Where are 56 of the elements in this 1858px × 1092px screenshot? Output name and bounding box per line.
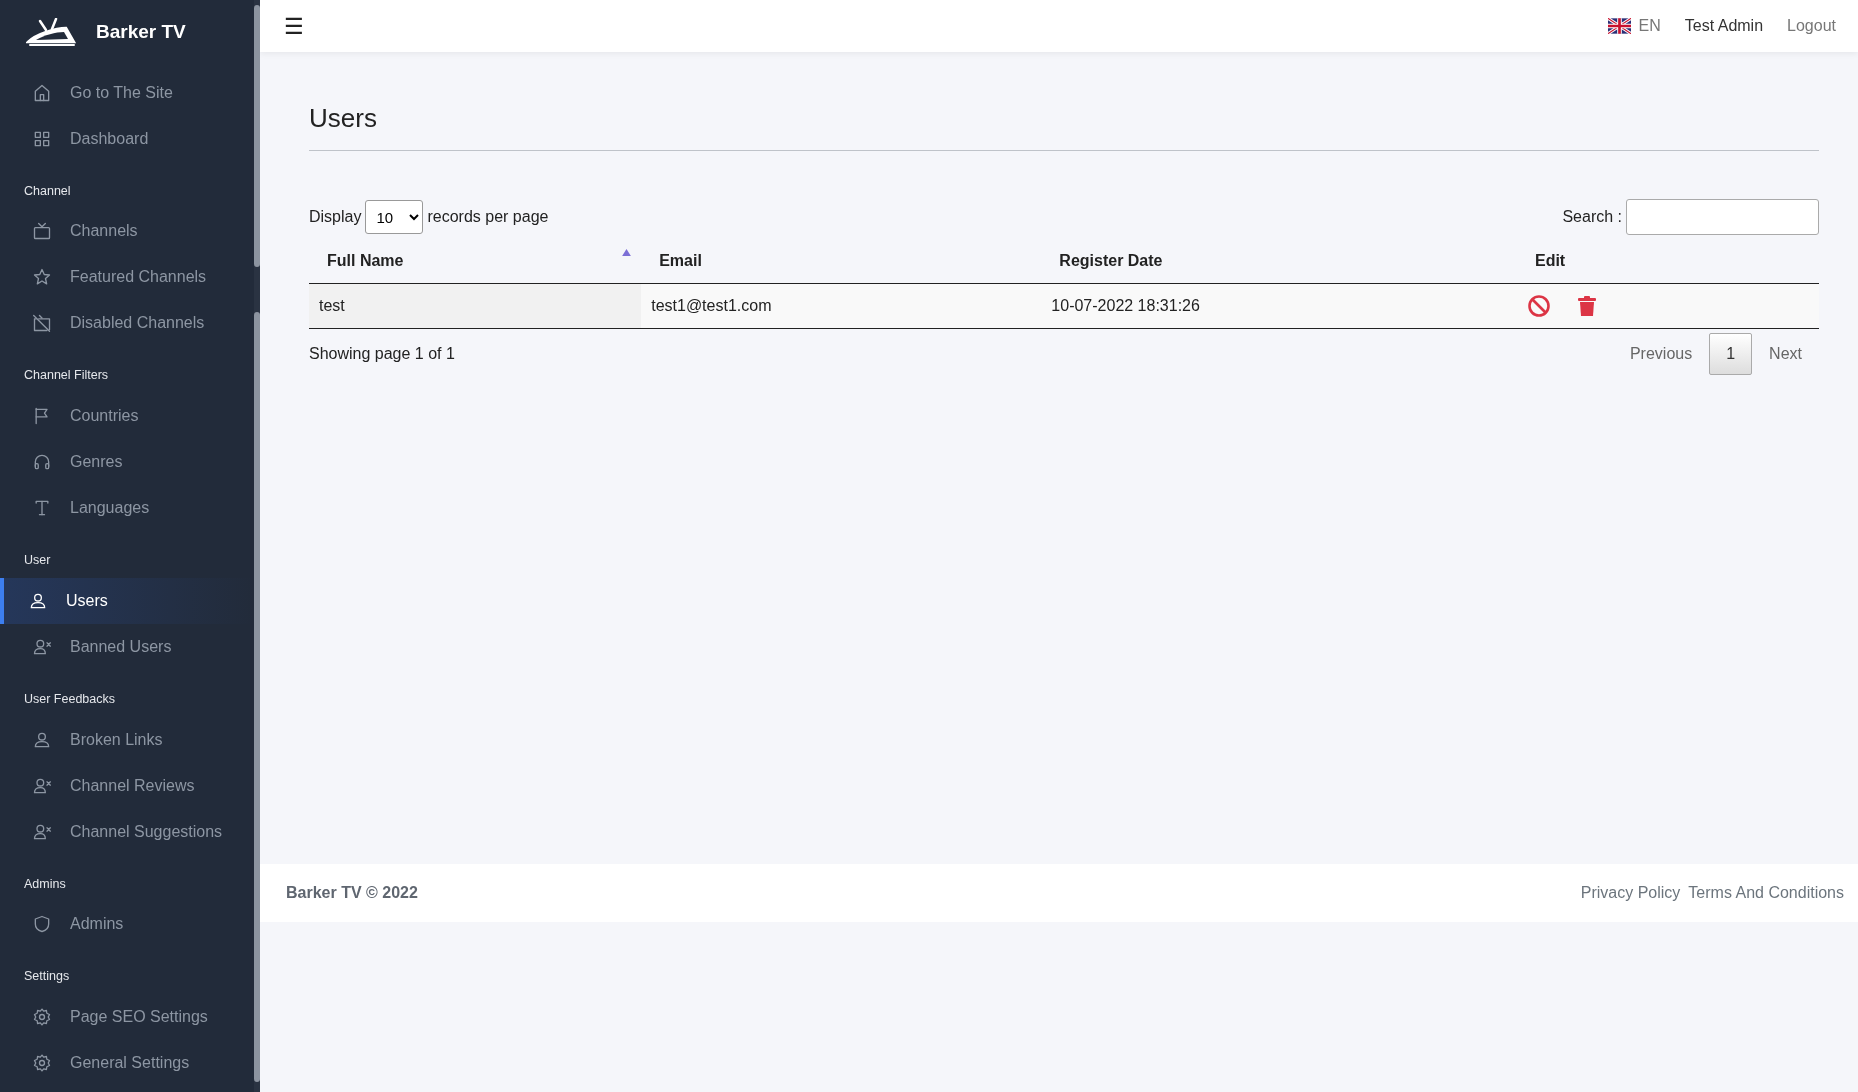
brand-title: Barker TV — [96, 20, 186, 44]
page-length-select[interactable]: 10 — [365, 200, 424, 235]
gear-icon — [32, 1007, 52, 1027]
sidebar-item[interactable]: Go to The Site — [0, 69, 254, 116]
search-label: Search : — [1562, 207, 1622, 228]
headphones-icon — [32, 452, 52, 472]
footer-link[interactable]: Terms And Conditions — [1688, 881, 1844, 905]
length-label: records per page — [427, 207, 549, 228]
tv-off-icon — [32, 313, 52, 334]
table-info: Showing page 1 of 1 — [309, 344, 455, 365]
table-cell: test1@test1.com — [641, 283, 1042, 329]
page-button[interactable]: 1 — [1709, 333, 1753, 376]
sidebar-heading: Channel Filters — [23, 367, 110, 385]
page-button[interactable]: Previous — [1612, 333, 1710, 376]
sidebar-item[interactable]: Genres — [0, 439, 254, 485]
sidebar-item[interactable]: Languages — [0, 485, 254, 531]
sidebar-heading: Admins — [23, 875, 67, 893]
sidebar-item[interactable]: Countries — [0, 393, 254, 439]
sidebar-item[interactable]: Page SEO Settings — [0, 994, 254, 1040]
tv-logo-icon — [26, 18, 76, 47]
sidebar-heading: Channel — [23, 182, 72, 200]
tv-icon — [32, 221, 52, 242]
flag-icon — [1607, 18, 1631, 34]
menu-button[interactable]: ☰ — [284, 9, 304, 43]
sidebar-item[interactable]: Dashboard — [0, 115, 254, 162]
table-cell: 10-07-2022 18:31:26 — [1041, 283, 1517, 329]
column-header[interactable]: Email — [641, 239, 1042, 284]
sidebar-heading: Settings — [23, 968, 71, 986]
gear-icon — [32, 1053, 52, 1073]
column-header[interactable]: Edit — [1516, 239, 1819, 284]
sidebar-item[interactable]: Disabled Channels — [0, 300, 254, 347]
home-icon — [32, 82, 52, 103]
page-title: Users — [309, 103, 378, 135]
search-field[interactable] — [1626, 199, 1819, 236]
column-header[interactable]: Full Name — [309, 239, 642, 284]
sidebar-item[interactable]: Banned Users — [0, 623, 254, 670]
sidebar-item[interactable]: Channel Suggestions — [0, 808, 254, 855]
shield-icon — [32, 914, 52, 935]
column-header[interactable]: Register Date — [1041, 239, 1517, 284]
copyright-text: Barker TV © 2022 — [286, 883, 418, 903]
sidebar-heading: User — [23, 552, 52, 569]
sidebar-item[interactable]: General Settings — [0, 1040, 254, 1086]
language-link[interactable]: EN — [1638, 14, 1661, 38]
sidebar-item[interactable]: Broken Links — [0, 716, 254, 763]
user-link[interactable]: Test Admin — [1684, 14, 1764, 38]
sidebar-heading: User Feedbacks — [23, 690, 116, 708]
ban-icon[interactable] — [1526, 294, 1551, 319]
sidebar-item[interactable]: Channel Reviews — [0, 762, 254, 809]
length-label: Display — [309, 207, 362, 228]
table-cell: test — [309, 283, 642, 329]
footer-link[interactable]: Privacy Policy — [1580, 881, 1681, 905]
logout-link[interactable]: Logout — [1787, 14, 1836, 38]
page-button[interactable]: Next — [1752, 333, 1819, 376]
sidebar-item[interactable]: Featured Channels — [0, 254, 254, 301]
sidebar-item[interactable]: Admins — [0, 901, 254, 948]
sidebar-item[interactable]: Channels — [0, 208, 254, 255]
